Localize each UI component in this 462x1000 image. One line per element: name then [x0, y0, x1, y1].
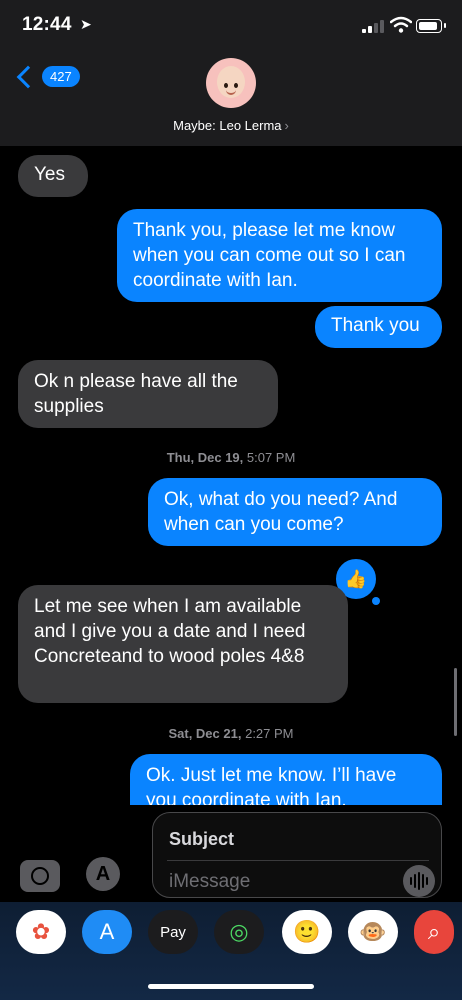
- back-button[interactable]: 427: [14, 65, 80, 88]
- eye-left: [224, 83, 228, 88]
- status-bar: 12:44 ➤: [0, 0, 462, 48]
- camera-button[interactable]: [20, 860, 60, 892]
- activity-icon[interactable]: ◎: [214, 910, 264, 954]
- message-input-field[interactable]: Subject iMessage: [152, 812, 442, 898]
- message-text: Yes: [34, 164, 65, 185]
- message-bubble-incoming[interactable]: Let me see when I am available and I giv…: [18, 585, 348, 703]
- message-text: Thank you, please let me know when you c…: [133, 220, 406, 291]
- home-indicator[interactable]: [148, 984, 314, 989]
- divider: [167, 860, 429, 861]
- cellular-signal-icon: [362, 19, 386, 33]
- animoji-monkey-icon[interactable]: 🐵: [348, 910, 398, 954]
- audio-message-button[interactable]: [403, 865, 435, 897]
- tapback-tail: [372, 597, 380, 605]
- memoji-icon[interactable]: 🙂: [282, 910, 332, 954]
- timestamp: Sat, Dec 21, 2:27 PM: [0, 726, 462, 741]
- app-store-icon[interactable]: A: [82, 910, 132, 954]
- timestamp-time: 2:27 PM: [245, 726, 294, 741]
- timestamp: Thu, Dec 19, 5:07 PM: [0, 450, 462, 465]
- message-bubble-incoming[interactable]: Yes: [18, 155, 88, 197]
- message-composer: A Subject iMessage: [0, 805, 462, 901]
- chevron-right-icon: ›: [284, 118, 289, 133]
- photos-app-icon[interactable]: ✿: [16, 910, 66, 954]
- app-store-icon: A: [95, 862, 111, 885]
- contact-name-label: Maybe: Leo Lerma: [173, 118, 282, 133]
- location-arrow-icon: ➤: [80, 16, 92, 32]
- message-bubble-outgoing[interactable]: Thank you, please let me know when you c…: [117, 209, 442, 302]
- header-content: 12:44 ➤ 427 Maybe: Leo Lerma ›: [0, 0, 462, 146]
- message-bubble-incoming[interactable]: Ok n please have all the supplies: [18, 360, 278, 428]
- message-text: Thank you: [331, 315, 420, 336]
- message-input[interactable]: iMessage: [169, 871, 250, 893]
- message-bubble-outgoing[interactable]: Ok, what do you need? And when can you c…: [148, 478, 442, 546]
- camera-icon: [31, 867, 49, 885]
- message-text: Ok n please have all the supplies: [34, 371, 238, 417]
- subject-input[interactable]: Subject: [169, 829, 234, 850]
- message-bubble-outgoing[interactable]: Thank you: [315, 306, 442, 348]
- battery-icon: [416, 19, 446, 33]
- status-time: 12:44: [22, 14, 72, 35]
- timestamp-day: Sat, Dec 21,: [168, 726, 242, 741]
- contact-name[interactable]: Maybe: Leo Lerma ›: [0, 118, 462, 133]
- wifi-icon: [390, 16, 412, 33]
- chevron-left-icon: [16, 65, 40, 88]
- thumbs-up-icon: 👍: [344, 568, 368, 589]
- timestamp-day: Thu, Dec 19,: [166, 450, 244, 465]
- message-text: Ok, what do you need? And when can you c…: [164, 489, 398, 535]
- apple-pay-icon[interactable]: Pay: [148, 910, 198, 954]
- timestamp-time: 5:07 PM: [246, 450, 296, 465]
- contact-avatar[interactable]: [206, 58, 256, 108]
- app-store-button[interactable]: A: [86, 857, 120, 891]
- web-search-icon[interactable]: ⌕: [414, 910, 454, 954]
- eye-right: [234, 83, 238, 88]
- message-text: Let me see when I am available and I giv…: [34, 596, 306, 667]
- unread-count-badge: 427: [42, 66, 80, 87]
